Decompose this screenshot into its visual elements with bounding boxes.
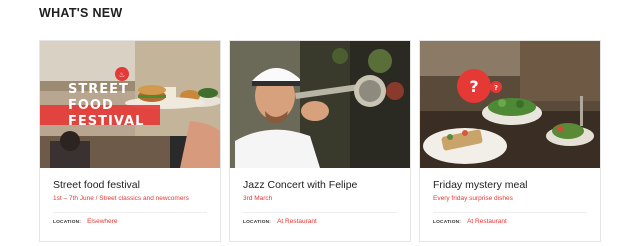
location-label: LOCATION:	[433, 220, 462, 225]
location-value: Elsewhere	[87, 218, 118, 225]
location-value: At Restaurant	[467, 218, 507, 225]
svg-text:?: ?	[494, 84, 498, 92]
card-divider	[243, 212, 397, 213]
card-location: LOCATION: At Restaurant	[433, 218, 507, 225]
mystery-badge-label: ?	[469, 77, 478, 96]
street-food-logo-line-3: FESTIVAL	[68, 114, 144, 129]
card-title[interactable]: Street food festival	[53, 179, 140, 191]
card-title[interactable]: Friday mystery meal	[433, 179, 528, 191]
news-card-street-food[interactable]: ♨ STREET FOOD FESTIVAL Street food festi…	[39, 40, 221, 242]
news-card-jazz-concert[interactable]: Jazz Concert with Felipe 3rd March LOCAT…	[229, 40, 411, 242]
card-divider	[53, 212, 207, 213]
card-date-subtitle: 1st – 7th June / Street classics and new…	[53, 195, 189, 202]
card-date-subtitle: 3rd March	[243, 195, 273, 202]
svg-text:♨: ♨	[119, 71, 125, 79]
mystery-meal-image[interactable]: ? ?	[420, 41, 600, 168]
location-value: At Restaurant	[277, 218, 317, 225]
street-food-festival-image[interactable]: ♨ STREET FOOD FESTIVAL	[40, 41, 220, 168]
news-card-list: ♨ STREET FOOD FESTIVAL Street food festi…	[39, 40, 602, 246]
card-divider	[433, 212, 587, 213]
card-date-subtitle: Every friday surprise dishes	[433, 195, 513, 202]
street-food-logo-line-1: STREET	[68, 82, 129, 97]
location-label: LOCATION:	[53, 220, 82, 225]
card-location: LOCATION: Elsewhere	[53, 218, 117, 225]
jazz-concert-image[interactable]	[230, 41, 410, 168]
card-title[interactable]: Jazz Concert with Felipe	[243, 179, 357, 191]
card-location: LOCATION: At Restaurant	[243, 218, 317, 225]
street-food-logo-line-2: FOOD	[68, 98, 114, 113]
section-title: WHAT'S NEW	[39, 6, 123, 20]
news-card-mystery-meal[interactable]: ? ? Friday mystery meal Every friday sur…	[419, 40, 601, 242]
location-label: LOCATION:	[243, 220, 272, 225]
